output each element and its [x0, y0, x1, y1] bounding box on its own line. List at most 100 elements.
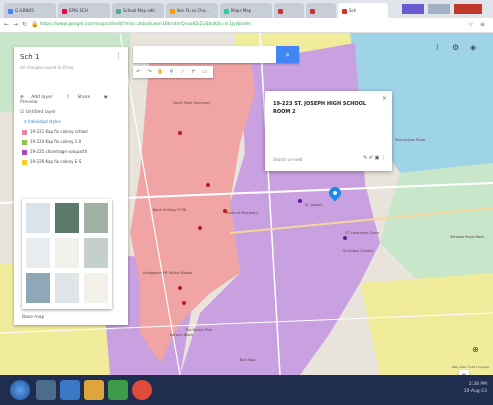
basemap-option[interactable] — [55, 203, 79, 233]
browser-tab[interactable]: Ken FL-ns Cho... — [166, 3, 218, 18]
browser-tab[interactable]: EPIG SCH — [58, 3, 110, 18]
forward-icon[interactable]: → — [13, 21, 18, 28]
menu-icon[interactable]: ≡ — [480, 21, 485, 28]
star-icon[interactable]: ☆ — [468, 21, 473, 28]
map-label: Kalyani Block — [170, 333, 194, 337]
favicon-icon — [278, 8, 283, 14]
taskbar-ie-icon[interactable] — [60, 380, 80, 400]
favicon-icon — [8, 8, 13, 14]
settings-icon[interactable]: ⚙ — [452, 43, 459, 52]
basemap-option[interactable] — [84, 273, 108, 303]
map-label: St. Joseph — [305, 203, 323, 207]
basemap-option[interactable] — [84, 203, 108, 233]
browser-tab[interactable]: School Map edit — [112, 3, 164, 18]
map-label: North Point Seminary — [173, 101, 211, 105]
directions-icon[interactable]: ↱ — [188, 66, 199, 78]
map-label: Bank of Kbay 9736 — [153, 208, 187, 212]
map-label: Bus Stop — [240, 358, 256, 362]
location-icon[interactable]: ⊕ — [472, 345, 479, 354]
marker-icon[interactable]: ⚲ — [166, 66, 177, 78]
basemap-option[interactable] — [26, 273, 50, 303]
reload-icon[interactable]: ↻ — [22, 21, 27, 28]
favicon-icon — [62, 8, 67, 14]
map-label: Sahakar Rural Bank — [450, 235, 485, 239]
basemap-option[interactable] — [55, 238, 79, 268]
map-label: Srinivasa Cinema — [343, 249, 374, 253]
close-icon[interactable]: × — [382, 95, 387, 102]
map-title[interactable]: Sch 1 — [20, 53, 39, 61]
basemap-option[interactable] — [26, 238, 50, 268]
map-label: Ambegaon PR Police Station — [143, 271, 193, 275]
info-tools[interactable]: ✎ ✐ ▣ ⋮ — [363, 155, 386, 161]
style-icon: ⚲ — [24, 119, 27, 124]
browser-tab-active[interactable]: Sch — [338, 3, 388, 18]
list-item[interactable]: 19-221 Kap fix colony school — [22, 129, 88, 135]
hand-icon[interactable]: ✋ — [155, 66, 166, 78]
draw-line-icon[interactable]: ⟋ — [177, 66, 188, 78]
map-attribution: Map data ©2017 Google — [451, 365, 489, 369]
list-item[interactable]: 19-226 Kap fix colony E-S — [22, 159, 81, 165]
map-toolbar: ↶ ↷ ✋ ⚲ ⟋ ↱ ▭ — [133, 66, 213, 78]
color-swatch — [22, 149, 27, 155]
search-icon: ⌕ — [285, 50, 290, 59]
browser-tab-strip: G ILRNX5 EPIG SCH School Map edit Ken FL… — [0, 0, 493, 18]
panel-menu-icon[interactable]: ⋮ — [115, 52, 122, 60]
search-input[interactable] — [133, 46, 299, 63]
url-field[interactable]: https://www.google.com/maps/d/edit?mid=z… — [40, 20, 460, 30]
more-icon[interactable]: ⁞ — [436, 43, 439, 52]
system-clock[interactable]: 2:38 PM 10-Aug-23 — [464, 381, 487, 395]
favicon-icon — [310, 8, 315, 14]
checkbox-icon[interactable]: ☑ — [20, 110, 24, 115]
close-window-icon[interactable] — [454, 4, 482, 14]
search-web-link[interactable]: Search on web — [273, 157, 303, 162]
basemap-toggle[interactable]: Base map — [22, 315, 44, 320]
back-icon[interactable]: ← — [4, 21, 9, 28]
window-controls — [400, 2, 488, 16]
taskbar-folder-icon[interactable] — [84, 380, 104, 400]
share-icon: ⇪ — [66, 95, 70, 100]
browser-tab[interactable]: Maps Map — [220, 3, 272, 18]
maximize-icon[interactable] — [428, 4, 450, 14]
favicon-icon — [116, 8, 121, 14]
taskbar: 2:38 PM 10-Aug-23 — [0, 375, 493, 405]
color-swatch — [22, 159, 27, 165]
favicon-icon — [224, 8, 229, 14]
region-yellow-2[interactable] — [360, 273, 493, 375]
list-item[interactable]: 19-225 chandrage voluparth — [22, 149, 87, 155]
color-swatch — [22, 139, 27, 145]
redo-icon[interactable]: ↷ — [144, 66, 155, 78]
favicon-icon — [170, 8, 175, 14]
minimize-icon[interactable] — [402, 4, 424, 14]
start-button[interactable] — [10, 380, 30, 400]
map-label: ST. Lawrence Grace — [345, 231, 380, 235]
browser-tab[interactable]: G ILRNX5 — [4, 3, 56, 18]
browser-tab[interactable] — [306, 3, 336, 18]
basemap-option[interactable] — [84, 238, 108, 268]
favicon-icon — [342, 8, 347, 14]
ruler-icon[interactable]: ▭ — [199, 66, 210, 78]
panel-actions: ⊕ Add layer ⇪ Share ◉ Preview — [20, 95, 124, 105]
layer-style-link[interactable]: ⚲ Individual styles — [24, 119, 61, 124]
map-label: State of Pharmacy — [226, 211, 259, 215]
list-item[interactable]: 19-224 Kap fix colony 1.0 — [22, 139, 81, 145]
drive-icon[interactable]: ◈ — [470, 43, 476, 52]
taskbar-explorer-icon[interactable] — [36, 380, 56, 400]
color-swatch — [22, 129, 27, 135]
undo-icon[interactable]: ↶ — [133, 66, 144, 78]
address-bar: ← → ↻ 🔒 https://www.google.com/maps/d/ed… — [0, 18, 493, 33]
lock-icon: 🔒 — [31, 21, 39, 28]
info-window: 19-223 ST. JOSEPH HIGH SCHOOL ROOM 2 × S… — [265, 91, 392, 171]
place-title: 19-223 ST. JOSEPH HIGH SCHOOL ROOM 2 — [273, 101, 367, 115]
layer-title[interactable]: ☑ Untitled layer — [20, 110, 56, 115]
taskbar-chrome-icon[interactable] — [132, 380, 152, 400]
taskbar-app-icon[interactable] — [108, 380, 128, 400]
basemap-option[interactable] — [26, 203, 50, 233]
search-button[interactable]: ⌕ — [276, 46, 299, 63]
preview-icon: ◉ — [103, 95, 108, 100]
basemap-picker — [22, 199, 112, 309]
share-button[interactable]: ⇪ Share — [66, 95, 96, 100]
save-status: All changes saved to Drive — [20, 65, 74, 70]
browser-tab[interactable] — [274, 3, 304, 18]
basemap-option[interactable] — [55, 273, 79, 303]
map-label: The Kerala Phar — [185, 328, 213, 332]
